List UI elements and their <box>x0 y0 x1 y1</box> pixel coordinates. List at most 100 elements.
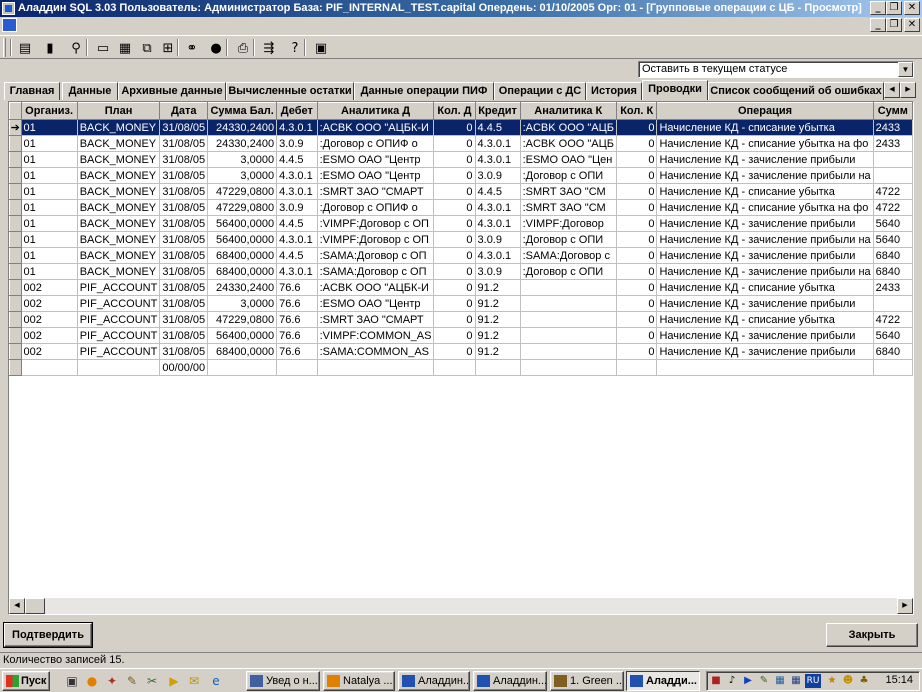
table-cell[interactable]: 6840 <box>873 263 913 280</box>
column-header[interactable]: Дата <box>159 102 209 120</box>
table-cell[interactable]: 4722 <box>873 311 913 328</box>
row-indicator[interactable] <box>9 199 22 216</box>
table-cell[interactable] <box>433 359 476 376</box>
table-cell[interactable] <box>616 359 658 376</box>
app-icon[interactable] <box>2 2 15 15</box>
grid-icon[interactable]: ▦ <box>115 38 135 58</box>
close-button[interactable]: ✕ <box>904 1 920 15</box>
table-row[interactable]: 01 BACK_MONEY 31/08/05 3,0000 4.4.5:ESMO ОАО… <box>9 151 913 168</box>
table-cell[interactable]: BACK_MONEY <box>77 119 161 136</box>
table-cell[interactable]: 24330,2400 <box>207 135 278 152</box>
row-indicator[interactable] <box>9 215 22 232</box>
table-cell[interactable]: 0 <box>616 343 658 360</box>
binoculars-icon[interactable]: ⚭ <box>182 38 202 58</box>
table-cell[interactable]: BACK_MONEY <box>77 231 161 248</box>
table-cell[interactable]: 0 <box>616 247 658 264</box>
taskbar-task[interactable]: Аладди... <box>626 671 700 691</box>
table-cell[interactable]: Начисление КД - зачисление прибыли на <box>656 231 874 248</box>
toolbar-grip[interactable] <box>3 38 6 57</box>
table-cell[interactable]: 0 <box>433 311 476 328</box>
table-cell[interactable]: 4.4.5 <box>276 247 318 264</box>
table-cell[interactable]: 24330,2400 <box>207 279 278 296</box>
table-cell[interactable]: :SAMA:Договор с <box>520 247 617 264</box>
horizontal-scrollbar[interactable]: ◀ ▶ <box>9 598 913 614</box>
table-cell[interactable]: 4.4.5 <box>475 183 521 200</box>
table-cell[interactable]: 002 <box>21 343 78 360</box>
table-cell[interactable]: 0 <box>616 215 658 232</box>
table-cell[interactable]: :SMRT ЗАО "СМ <box>520 183 617 200</box>
media-icon[interactable]: ▶ <box>166 673 182 689</box>
tab-scroll-left-icon[interactable]: ◀ <box>884 82 900 98</box>
table-cell[interactable]: :SAMA:Договор с ОП <box>317 263 435 280</box>
table-row[interactable]: 01 BACK_MONEY 31/08/05 47229,0800 3.0.9:Дого… <box>9 199 913 216</box>
confirm-button[interactable]: Подтвердить <box>3 622 93 648</box>
print-icon[interactable]: ⎙ <box>233 38 253 58</box>
table-cell[interactable]: 3,0000 <box>207 167 278 184</box>
table-cell[interactable]: 4.4.5 <box>276 215 318 232</box>
table-row[interactable]: 01 BACK_MONEY 31/08/05 24330,2400 3.0.9:Дого… <box>9 135 913 152</box>
table-cell[interactable]: 002 <box>21 279 78 296</box>
table-cell[interactable]: :ESMO ОАО "Центр <box>317 167 435 184</box>
tools-icon[interactable]: ✂ <box>144 673 160 689</box>
table-cell[interactable]: 0 <box>433 215 476 232</box>
table-cell[interactable]: 01 <box>21 135 78 152</box>
mail-icon[interactable]: ✉ <box>186 673 202 689</box>
row-indicator[interactable]: ➔ <box>9 119 22 136</box>
table-cell[interactable] <box>873 167 913 184</box>
scroll-thumb[interactable] <box>25 598 45 614</box>
tab-6[interactable]: Операции с ДС <box>494 82 586 100</box>
table-cell[interactable]: 0 <box>616 167 658 184</box>
language-indicator[interactable]: RU <box>805 674 821 688</box>
table-cell[interactable]: 56400,0000 <box>207 215 278 232</box>
table-cell[interactable]: 01 <box>21 183 78 200</box>
table-cell[interactable] <box>317 359 435 376</box>
table-cell[interactable]: 24330,2400 <box>207 119 278 136</box>
table-cell[interactable]: PIF_ACCOUNT <box>77 295 161 312</box>
table-cell[interactable]: 56400,0000 <box>207 327 278 344</box>
tab-7[interactable]: История <box>586 82 642 100</box>
table-cell[interactable]: 4.3.0.1 <box>475 215 521 232</box>
table-row[interactable]: 002 PIF_ACCOUNT 31/08/05 68400,0000 76.6:SAM… <box>9 343 913 360</box>
table-cell[interactable]: 0 <box>433 263 476 280</box>
table-cell[interactable] <box>276 359 318 376</box>
table-cell[interactable]: 0 <box>433 119 476 136</box>
table-cell[interactable]: 31/08/05 <box>159 135 209 152</box>
table-cell[interactable]: Начисление КД - списание убытка <box>656 119 874 136</box>
table-cell[interactable]: PIF_ACCOUNT <box>77 311 161 328</box>
tab-5[interactable]: Данные операции ПИФ <box>354 82 494 100</box>
table-row[interactable]: 002 PIF_ACCOUNT 31/08/05 56400,0000 76.6:VIM… <box>9 327 913 344</box>
table-cell[interactable]: :ACBK ООО "АЦБК-И <box>317 119 435 136</box>
column-header[interactable]: Сумм <box>872 102 913 120</box>
table-cell[interactable]: Начисление КД - списание убытка на фо <box>656 135 874 152</box>
table-cell[interactable]: Начисление КД - списание убытка <box>656 279 874 296</box>
table-cell[interactable]: 01 <box>21 167 78 184</box>
table-cell[interactable]: BACK_MONEY <box>77 135 161 152</box>
tab-2[interactable]: Данные <box>62 82 118 100</box>
table-cell[interactable]: Начисление КД - списание убытка на фо <box>656 199 874 216</box>
table-cell[interactable]: 4.3.0.1 <box>276 119 318 136</box>
table-cell[interactable]: 76.6 <box>276 327 318 344</box>
table-cell[interactable]: 91.2 <box>475 343 521 360</box>
table-cell[interactable]: Начисление КД - списание убытка <box>656 311 874 328</box>
table-row[interactable]: 01 BACK_MONEY 31/08/05 3,0000 4.3.0.1:ESMO О… <box>9 167 913 184</box>
table-cell[interactable]: PIF_ACCOUNT <box>77 327 161 344</box>
start-button[interactable]: Пуск <box>2 671 50 691</box>
tool-icon[interactable]: ✦ <box>104 673 120 689</box>
table-cell[interactable]: Начисление КД - зачисление прибыли на <box>656 167 874 184</box>
row-indicator[interactable] <box>9 151 22 168</box>
table-cell[interactable]: :VIMPF:Договор с ОП <box>317 215 435 232</box>
table-cell[interactable]: 0 <box>616 311 658 328</box>
table-cell[interactable]: :Договор с ОПИФ о <box>317 199 435 216</box>
table-cell[interactable]: 31/08/05 <box>159 215 209 232</box>
table-cell[interactable] <box>873 295 913 312</box>
table-cell[interactable]: 002 <box>21 327 78 344</box>
table-cell[interactable]: 0 <box>433 199 476 216</box>
row-indicator[interactable] <box>9 263 22 280</box>
table-cell[interactable]: 3,0000 <box>207 295 278 312</box>
table-cell[interactable]: 0 <box>616 327 658 344</box>
table-cell[interactable]: :SMRT ЗАО "СМ <box>520 199 617 216</box>
table-cell[interactable] <box>873 359 913 376</box>
table-cell[interactable]: :Договор с ОПИ <box>520 263 617 280</box>
column-header[interactable]: Аналитика Д <box>316 102 435 120</box>
table-cell[interactable] <box>520 343 617 360</box>
